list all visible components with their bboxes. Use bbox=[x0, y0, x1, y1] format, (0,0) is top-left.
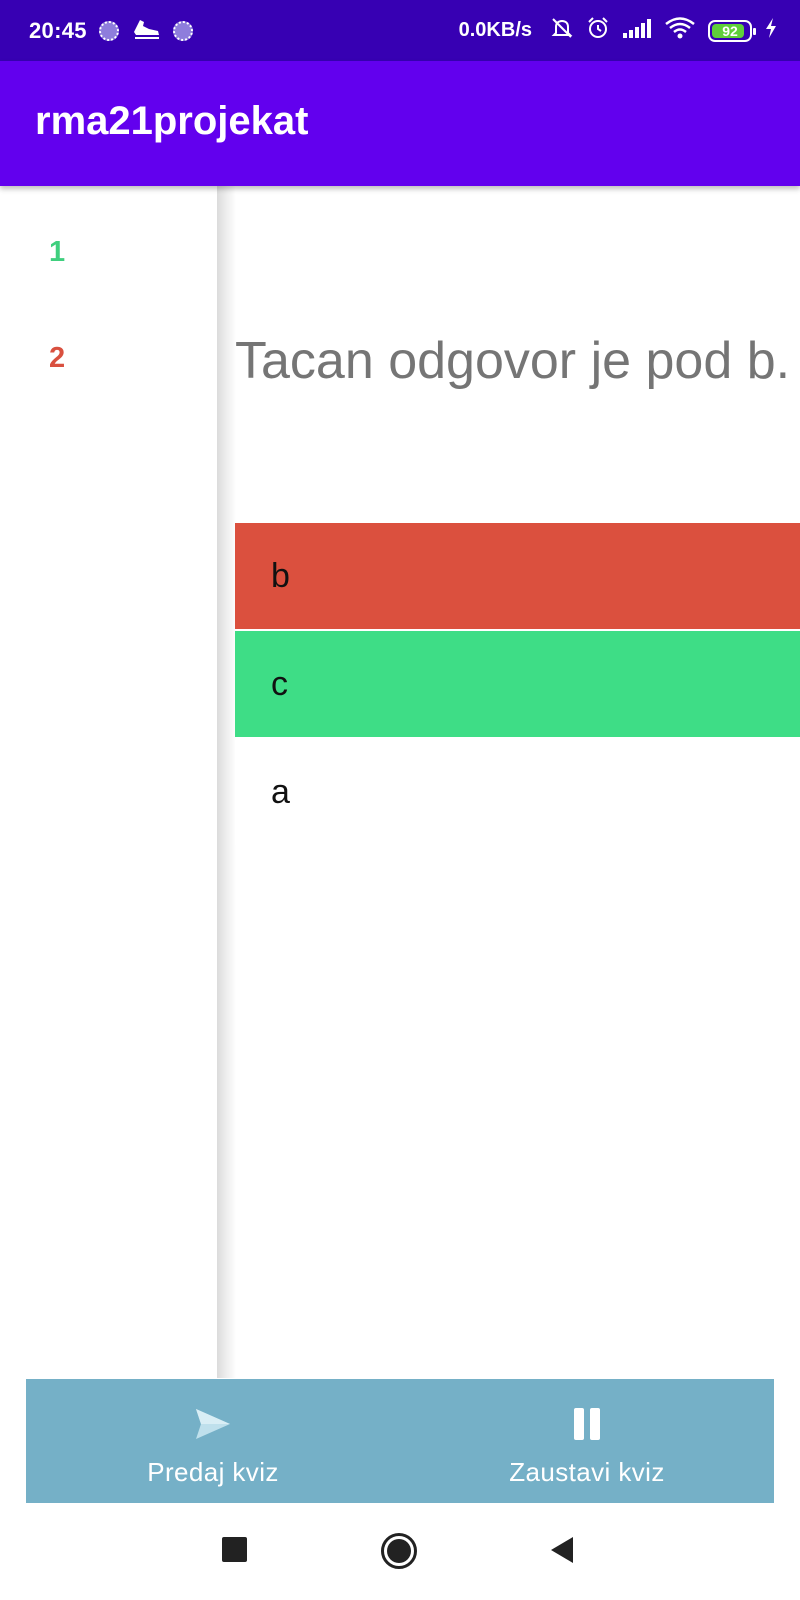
status-bar: 20:45 0.0KB/s 92 bbox=[0, 0, 800, 61]
charging-icon bbox=[764, 17, 778, 44]
pause-quiz-label: Zaustavi kviz bbox=[509, 1457, 665, 1487]
status-time: 20:45 bbox=[29, 17, 87, 43]
pause-bar-left bbox=[574, 1408, 584, 1440]
home-icon[interactable] bbox=[381, 1533, 417, 1569]
pause-bars bbox=[574, 1408, 600, 1440]
notification-dot-icon bbox=[172, 20, 193, 41]
question-list: 1 2 bbox=[0, 186, 217, 1378]
submit-quiz-button[interactable]: Predaj kviz bbox=[26, 1379, 400, 1503]
status-bar-left: 20:45 bbox=[29, 17, 193, 44]
alarm-icon bbox=[586, 16, 610, 45]
question-text: Tacan odgovor je pod b. bbox=[235, 332, 791, 390]
question-list-item-1[interactable]: 1 bbox=[49, 236, 65, 269]
notification-dot-icon bbox=[98, 20, 119, 41]
answer-option-b[interactable]: b bbox=[235, 523, 800, 629]
home-icon-inner bbox=[387, 1539, 411, 1563]
signal-icon bbox=[622, 17, 652, 44]
question-list-item-2[interactable]: 2 bbox=[49, 342, 65, 375]
app-title: rma21projekat bbox=[35, 99, 309, 143]
submit-quiz-label: Predaj kviz bbox=[147, 1457, 279, 1487]
battery-icon: 92 bbox=[708, 19, 756, 42]
system-navigation-bar bbox=[0, 1503, 800, 1600]
status-bar-right: 0.0KB/s 92 bbox=[459, 16, 778, 45]
recents-icon[interactable] bbox=[222, 1537, 247, 1562]
pause-icon bbox=[574, 1407, 600, 1441]
list-divider-shadow bbox=[214, 186, 236, 1378]
pause-quiz-button[interactable]: Zaustavi kviz bbox=[400, 1379, 774, 1503]
answer-option-a[interactable]: a bbox=[235, 739, 800, 845]
app-bar: rma21projekat bbox=[0, 61, 800, 186]
wifi-icon bbox=[664, 16, 696, 45]
answer-list: b c a bbox=[235, 523, 800, 847]
bottom-navigation: Predaj kviz Zaustavi kviz bbox=[26, 1379, 774, 1503]
send-icon bbox=[195, 1407, 231, 1441]
bell-off-icon bbox=[550, 16, 574, 45]
battery-level: 92 bbox=[722, 22, 738, 39]
network-speed: 0.0KB/s bbox=[458, 19, 532, 41]
pause-bar-right bbox=[590, 1408, 600, 1440]
answer-option-c[interactable]: c bbox=[235, 631, 800, 737]
question-content: Tacan odgovor je pod b. b c a bbox=[235, 186, 800, 1378]
back-icon[interactable] bbox=[551, 1537, 573, 1563]
battery-cap bbox=[753, 27, 756, 35]
sneaker-icon bbox=[131, 17, 161, 44]
